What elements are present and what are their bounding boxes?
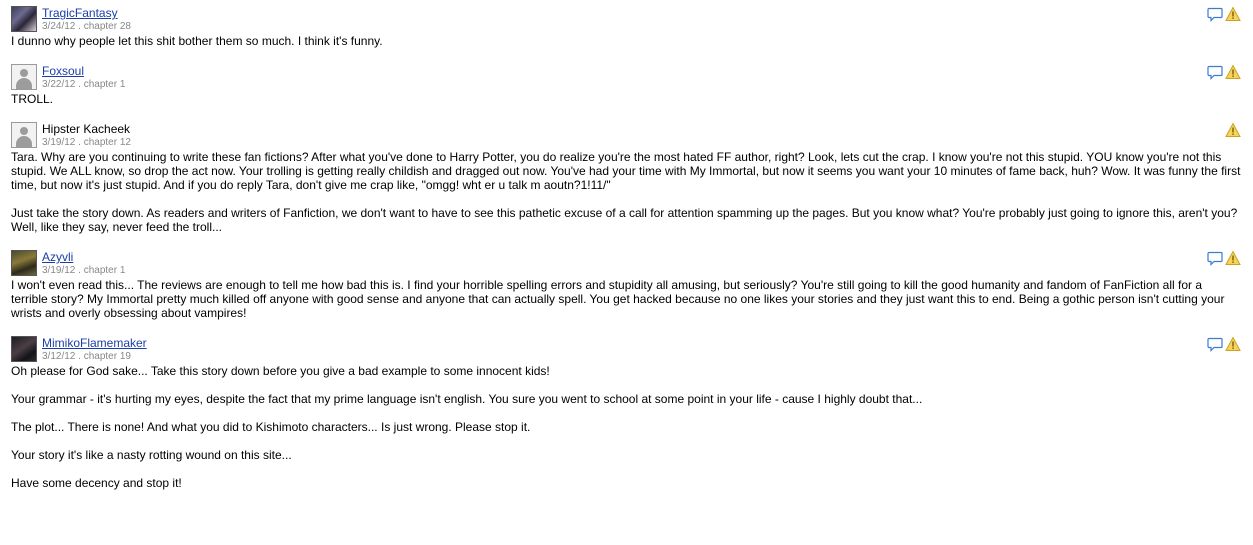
review-text: Your story it's like a nasty rotting wou…	[11, 448, 292, 462]
review-item: Foxsoul 3/22/12 . chapter 1 TROLL.	[11, 58, 1241, 106]
review-body: I won't even read this... The reviews ar…	[11, 278, 1241, 320]
review-body: TROLL.	[11, 92, 1241, 106]
review-meta: 3/12/12 . chapter 19	[42, 351, 131, 362]
reply-icon[interactable]	[1207, 64, 1223, 80]
report-abuse-icon[interactable]	[1225, 250, 1241, 266]
default-avatar-icon[interactable]	[11, 64, 37, 90]
reviewer-link[interactable]: TragicFantasy	[42, 6, 118, 20]
review-item: MimikoFlamemaker 3/12/12 . chapter 19 Oh p…	[11, 330, 1241, 490]
review-text: Tara. Why are you continuing to write th…	[11, 150, 1241, 192]
review-actions	[1207, 336, 1241, 352]
report-abuse-icon[interactable]	[1225, 64, 1241, 80]
review-item: TragicFantasy 3/24/12 . chapter 28 I dunno…	[11, 0, 1241, 48]
review-header: MimikoFlamemaker 3/12/12 . chapter 19	[11, 330, 1241, 364]
review-body: I dunno why people let this shit bother …	[11, 34, 1241, 48]
reviewer-link[interactable]: Foxsoul	[42, 64, 84, 78]
reply-icon[interactable]	[1207, 336, 1223, 352]
review-header: Hipster Kacheek 3/19/12 . chapter 12	[11, 116, 1241, 150]
review-header: Foxsoul 3/22/12 . chapter 1	[11, 58, 1241, 92]
review-item: Hipster Kacheek 3/19/12 . chapter 12 Tara.…	[11, 116, 1241, 234]
review-item: Azyvli 3/19/12 . chapter 1I won't even re…	[11, 244, 1241, 320]
review-meta: 3/22/12 . chapter 1	[42, 79, 126, 90]
review-body: Oh please for God sake... Take this stor…	[11, 364, 1241, 490]
avatar[interactable]	[11, 336, 37, 362]
review-actions	[1225, 122, 1241, 138]
review-text: TROLL.	[11, 92, 54, 106]
reply-icon[interactable]	[1207, 6, 1223, 22]
avatar[interactable]	[11, 6, 37, 32]
reviews-list: TragicFantasy 3/24/12 . chapter 28 I dunno…	[0, 0, 1253, 490]
reviewer-link[interactable]: Azyvli	[42, 250, 73, 264]
review-meta: 3/19/12 . chapter 12	[42, 137, 131, 148]
report-abuse-icon[interactable]	[1225, 122, 1241, 138]
reviewer-name: Hipster Kacheek	[42, 122, 131, 136]
review-meta: 3/19/12 . chapter 1	[42, 265, 126, 276]
review-meta: 3/24/12 . chapter 28	[42, 21, 131, 32]
review-header: TragicFantasy 3/24/12 . chapter 28	[11, 0, 1241, 34]
review-header: Azyvli 3/19/12 . chapter 1	[11, 244, 1241, 278]
default-avatar-icon	[11, 122, 37, 148]
reviewer-link[interactable]: MimikoFlamemaker	[42, 336, 147, 350]
report-abuse-icon[interactable]	[1225, 6, 1241, 22]
avatar[interactable]	[11, 250, 37, 276]
review-text: Just take the story down. As readers and…	[11, 206, 1238, 234]
review-text: Have some decency and stop it!	[11, 476, 182, 490]
review-actions	[1207, 64, 1241, 80]
reply-icon[interactable]	[1207, 250, 1223, 266]
review-text: I won't even read this... The reviews ar…	[11, 278, 1225, 320]
review-actions	[1207, 250, 1241, 266]
review-text: Oh please for God sake... Take this stor…	[11, 364, 550, 378]
report-abuse-icon[interactable]	[1225, 336, 1241, 352]
review-body: Tara. Why are you continuing to write th…	[11, 150, 1241, 234]
review-text: I dunno why people let this shit bother …	[11, 34, 383, 48]
review-text: Your grammar - it's hurting my eyes, des…	[11, 392, 923, 406]
review-actions	[1207, 6, 1241, 22]
review-text: The plot... There is none! And what you …	[11, 420, 531, 434]
